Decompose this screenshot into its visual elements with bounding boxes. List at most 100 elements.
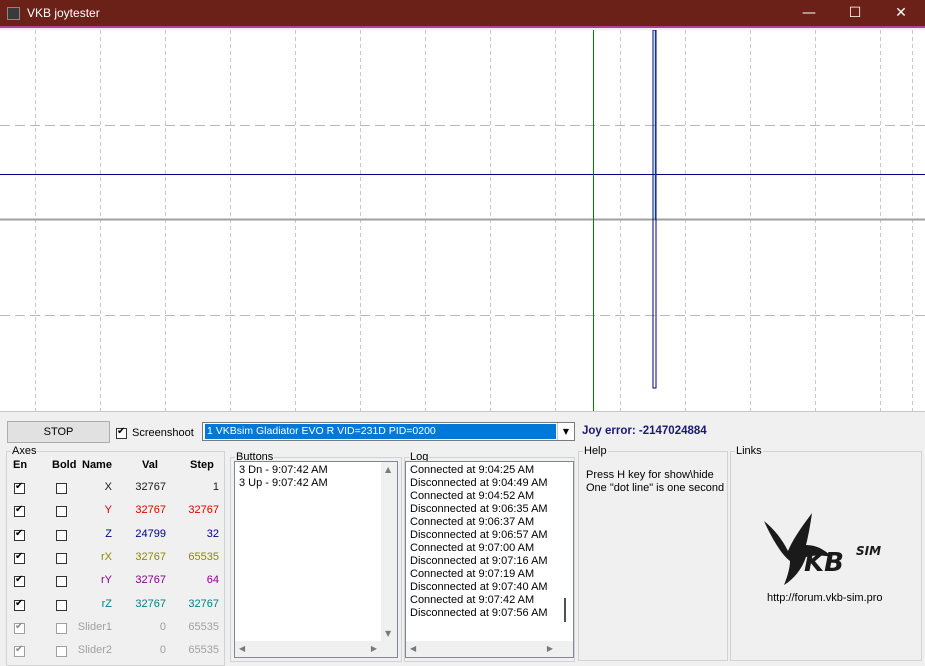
axes-header-name: Name [82,459,112,471]
axis-name: rX [101,550,112,563]
device-selected-value: 1 VKBsim Gladiator EVO R VID=231D PID=02… [205,424,556,439]
links-group-label: Links [736,445,762,457]
window-title: VKB joytester [27,6,100,20]
axis-enable-checkbox[interactable] [14,528,25,541]
axis-step: 64 [206,574,219,587]
buttons-list[interactable]: 3 Dn - 9:07:42 AM 3 Up - 9:07:42 AM ▲ ▼ … [234,461,398,658]
joy-error-text: Joy error: -2147024884 [582,425,707,437]
log-list-item[interactable]: Disconnected at 9:06:57 AM [406,529,573,542]
axis-name: Z [105,527,112,540]
axis-value: 32767 [135,481,166,493]
axes-header-bold: Bold [52,459,77,471]
log-list-item[interactable]: Connected at 9:04:52 AM [406,490,573,503]
axis-step: 32767 [188,597,219,610]
buttons-list-item[interactable]: 3 Dn - 9:07:42 AM [235,464,397,477]
scroll-corner [557,641,573,657]
plot-canvas [0,30,925,411]
scroll-down-icon[interactable]: ▼ [385,629,391,638]
buttons-list-item[interactable]: 3 Up - 9:07:42 AM [235,477,397,490]
axis-name: X [104,481,112,493]
maximize-icon: ☐ [848,5,862,21]
svg-text:KB: KB [804,548,844,578]
close-icon: ✕ [895,5,907,21]
axis-enable-checkbox[interactable] [14,504,25,518]
axis-bold-checkbox[interactable] [56,646,67,658]
scroll-up-icon[interactable]: ▲ [385,465,391,474]
axis-name: Slider2 [77,644,112,657]
axis-step: 32 [206,527,219,540]
log-list-item[interactable]: Connected at 9:04:25 AM [406,464,573,477]
axis-name: Slider1 [77,620,112,633]
axis-enable-checkbox[interactable] [14,574,25,588]
axis-enable-checkbox[interactable] [14,481,25,494]
axis-bold-checkbox[interactable] [56,483,67,494]
axis-step: 1 [212,481,219,493]
axis-enable-checkbox[interactable] [14,598,25,611]
controls-panel: STOP Screenshoot 1 VKBsim Gladiator EVO … [0,411,925,666]
help-group-label: Help [584,445,607,457]
axis-value: 0 [159,620,166,633]
log-scroll-thumb[interactable] [564,598,566,622]
maximize-button[interactable]: ☐ [832,0,878,27]
axis-bold-checkbox[interactable] [56,599,67,611]
log-list-item[interactable]: Connected at 9:07:19 AM [406,568,573,581]
axes-header-val: Val [142,459,158,471]
scroll-left-icon[interactable]: ◀ [410,644,416,653]
axis-value: 24799 [135,527,166,540]
axis-bold-checkbox[interactable] [56,552,67,564]
help-line-1: Press H key for show\hide [586,469,714,481]
axis-bold-checkbox[interactable] [56,529,67,541]
axis-step: 65535 [188,644,219,657]
axis-enable-checkbox[interactable] [14,621,25,634]
log-vertical-scrollbar[interactable] [557,462,573,641]
axis-step: 65535 [188,550,219,563]
axis-value: 32767 [135,597,166,610]
minimize-icon: — [802,5,816,21]
axis-bold-checkbox[interactable] [56,576,67,588]
axis-value: 32767 [135,504,166,517]
axis-enable-checkbox[interactable] [14,551,25,564]
help-line-2: One "dot line" is one second [586,482,725,494]
log-horizontal-scrollbar[interactable]: ◀ ▶ [406,641,557,657]
vkbsim-logo: KB SIM [762,511,892,589]
scroll-corner [381,641,397,657]
log-list-item[interactable]: Disconnected at 9:07:56 AM [406,607,573,620]
log-list-item[interactable]: Connected at 9:07:00 AM [406,542,573,555]
log-list-item[interactable]: Disconnected at 9:06:35 AM [406,503,573,516]
buttons-vertical-scrollbar[interactable]: ▲ ▼ [381,462,397,641]
scroll-left-icon[interactable]: ◀ [239,644,245,653]
stop-button[interactable]: STOP [7,421,110,443]
log-list-item[interactable]: Connected at 9:06:37 AM [406,516,573,529]
axis-bold-checkbox[interactable] [56,506,67,518]
svg-text:SIM: SIM [856,544,881,558]
log-list-item[interactable]: Disconnected at 9:04:49 AM [406,477,573,490]
axis-enable-checkbox[interactable] [14,644,25,658]
log-list-item[interactable]: Disconnected at 9:07:40 AM [406,581,573,594]
scroll-right-icon[interactable]: ▶ [371,644,377,653]
forum-link[interactable]: http://forum.vkb-sim.pro [767,592,883,605]
axes-header-step: Step [190,459,214,471]
buttons-horizontal-scrollbar[interactable]: ◀ ▶ [235,641,381,657]
horizontal-grid [0,125,925,316]
device-select[interactable]: 1 VKBsim Gladiator EVO R VID=231D PID=02… [202,422,575,441]
axis-step: 65535 [188,620,219,633]
scroll-right-icon[interactable]: ▶ [547,644,553,653]
log-list[interactable]: Connected at 9:04:25 AM Disconnected at 9… [405,461,574,658]
axes-plot [0,30,925,412]
screenshoot-label: Screenshoot [132,427,194,439]
axis-bold-checkbox[interactable] [56,622,67,634]
app-icon [7,7,20,20]
log-list-item[interactable]: Disconnected at 9:07:16 AM [406,555,573,568]
chevron-down-icon[interactable]: ▼ [557,423,574,440]
minimize-button[interactable]: — [786,0,832,27]
close-button[interactable]: ✕ [878,0,924,27]
axes-group-label: Axes [12,445,37,457]
axis-value: 0 [159,644,166,657]
z-axis-trace [652,30,657,389]
vkbsim-logo-graphic: KB SIM [764,513,881,585]
axis-name: Y [104,504,112,517]
axes-header-en: En [13,459,28,471]
screenshoot-checkbox[interactable] [116,426,127,439]
log-rows: Connected at 9:04:25 AM Disconnected at 9… [406,462,573,620]
log-list-item[interactable]: Connected at 9:07:42 AM [406,594,573,607]
